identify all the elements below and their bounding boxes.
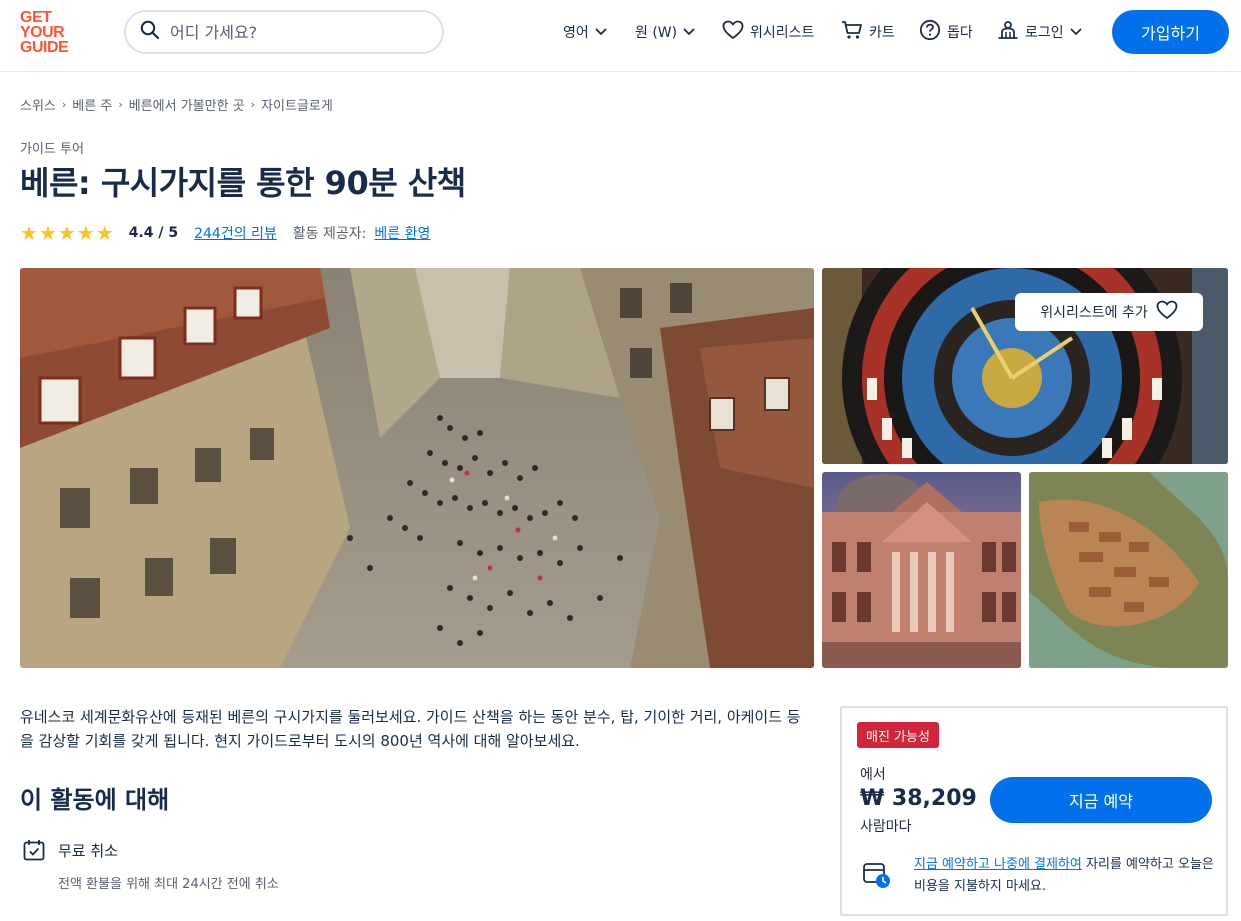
chevron-right-icon: › <box>250 98 256 111</box>
activity-category: 가이드 투어 <box>20 142 84 157</box>
star-rating: ★ ★ ★ ★ ★ <box>20 223 115 243</box>
rating-row: ★ ★ ★ ★ ★ 4.4 / 5 244건의 리뷰 활동 제공자: 베른 환영 <box>20 222 430 244</box>
help-label: 돕다 <box>947 25 973 41</box>
logo-line-3: GUIDE <box>20 39 69 56</box>
add-to-wishlist-label: 위시리스트에 추가 <box>1040 305 1148 321</box>
star-icon: ★ <box>95 221 114 245</box>
user-group-icon <box>997 20 1019 44</box>
language-label: 영어 <box>563 25 589 41</box>
search-bar[interactable] <box>124 10 444 54</box>
booking-card: 매진 가능성 에서 ₩ 38,209 사람마다 지금 예약 지금 예약하고 나중… <box>840 706 1228 916</box>
chevron-down-icon <box>595 24 607 40</box>
star-icon: ★ <box>76 221 95 245</box>
logo-line-1: GET <box>20 9 52 26</box>
star-icon: ★ <box>57 221 76 245</box>
getyourguide-logo[interactable]: GET YOUR GUIDE <box>20 10 80 56</box>
help-link[interactable]: 돕다 <box>919 19 973 45</box>
reserve-now-pay-later-text: 지금 예약하고 나중에 결제하여 자리를 예약하고 오늘은 비용을 지불하지 마… <box>914 854 1214 898</box>
likely-to-sell-out-badge: 매진 가능성 <box>857 722 939 748</box>
search-icon <box>140 20 160 44</box>
about-section-title: 이 활동에 대해 <box>20 786 170 814</box>
currency-selector[interactable]: 원 (W) <box>635 20 695 44</box>
photo-federal-palace[interactable] <box>822 472 1021 668</box>
main-photo-old-town-square[interactable] <box>20 268 814 668</box>
chevron-down-icon <box>683 24 695 40</box>
currency-label: 원 (W) <box>635 25 678 41</box>
question-circle-icon <box>919 19 941 45</box>
breadcrumb-item-switzerland[interactable]: 스위스 <box>20 95 56 114</box>
price-per-person-label: 사람마다 <box>860 819 912 835</box>
heart-icon <box>722 20 744 44</box>
reserve-now-pay-later-link[interactable]: 지금 예약하고 나중에 결제하여 <box>914 857 1082 872</box>
login-label: 로그인 <box>1025 25 1064 41</box>
breadcrumb: 스위스 › 베른 주 › 베른에서 가볼만한 곳 › 자이트글로게 <box>20 95 333 114</box>
heart-icon <box>1156 300 1178 324</box>
cart-label: 카트 <box>869 25 895 41</box>
breadcrumb-item-canton-bern[interactable]: 베른 주 <box>72 95 112 114</box>
add-to-wishlist-button[interactable]: 위시리스트에 추가 <box>1015 293 1203 331</box>
signup-button[interactable]: 가입하기 <box>1112 10 1229 54</box>
provider-link[interactable]: 베른 환영 <box>374 223 430 243</box>
wishlist-label: 위시리스트 <box>750 25 815 41</box>
chevron-right-icon: › <box>118 98 123 111</box>
star-icon: ★ <box>38 221 57 245</box>
site-header: GET YOUR GUIDE 영어 원 (W) 위시리스트 카트 <box>0 0 1241 72</box>
breadcrumb-item-zytglogge[interactable]: 자이트글로게 <box>261 95 333 114</box>
calendar-clock-icon <box>862 860 892 894</box>
cart-link[interactable]: 카트 <box>841 20 895 44</box>
calendar-check-icon <box>22 838 46 866</box>
page-title: 베른: 구시가지를 통한 90분 산책 <box>20 164 466 202</box>
provider-label: 활동 제공자: <box>292 226 367 242</box>
price-value: ₩ 38,209 <box>860 786 977 811</box>
star-icon: ★ <box>20 221 38 245</box>
chevron-right-icon: › <box>61 98 67 111</box>
book-now-button[interactable]: 지금 예약 <box>990 777 1212 823</box>
free-cancellation-title: 무료 취소 <box>58 842 118 860</box>
language-selector[interactable]: 영어 <box>563 20 607 44</box>
cart-icon <box>841 20 863 44</box>
activity-description: 유네스코 세계문화유산에 등재된 베른의 구시가지를 둘러보세요. 가이드 산책… <box>20 708 801 750</box>
photo-aerial-old-town[interactable] <box>1029 472 1228 668</box>
search-input[interactable] <box>170 22 410 42</box>
chevron-down-icon <box>1070 24 1082 40</box>
reviews-link[interactable]: 244건의 리뷰 <box>194 223 277 243</box>
free-cancellation-desc: 전액 환불을 위해 최대 24시간 전에 취소 <box>58 877 279 892</box>
login-menu[interactable]: 로그인 <box>997 20 1082 44</box>
rating-score: 4.4 / 5 <box>128 225 179 241</box>
price-from-label: 에서 <box>860 767 886 783</box>
wishlist-link[interactable]: 위시리스트 <box>722 20 814 44</box>
breadcrumb-item-things-to-do[interactable]: 베른에서 가볼만한 곳 <box>129 95 245 114</box>
logo-line-2: YOUR <box>20 24 65 41</box>
